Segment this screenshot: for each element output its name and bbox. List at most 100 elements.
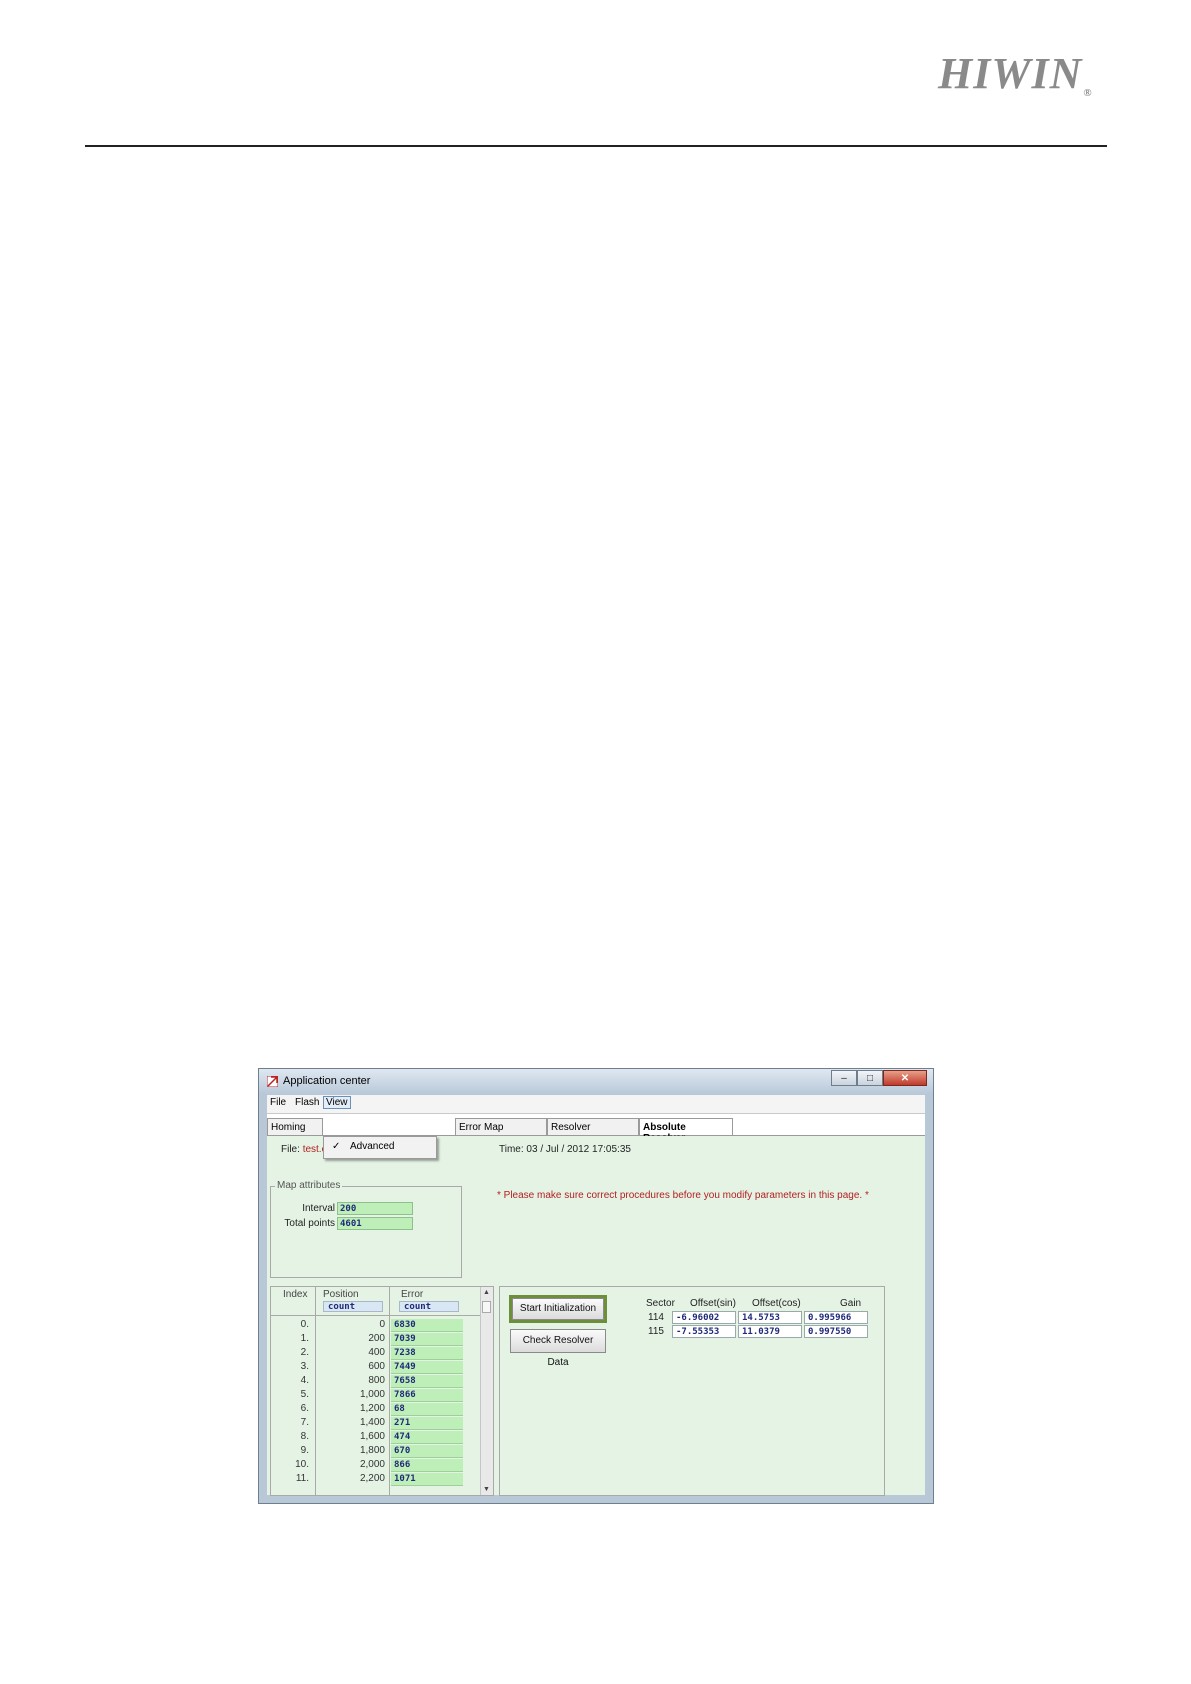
position-cell: 1,000: [359, 1389, 385, 1400]
index-cell: 3.: [300, 1361, 309, 1372]
minimize-icon[interactable]: –: [831, 1070, 857, 1086]
tab-homing[interactable]: Homing: [267, 1118, 323, 1135]
position-cell: 600: [368, 1361, 385, 1372]
position-cell: 400: [368, 1347, 385, 1358]
gain-field[interactable]: 0.997550: [804, 1325, 868, 1338]
window-title: Application center: [283, 1075, 371, 1087]
column-header-gain: Gain: [840, 1298, 862, 1309]
index-cell: 9.: [300, 1445, 309, 1456]
index-cell: 2.: [300, 1347, 309, 1358]
tab-resolver[interactable]: Resolver: [547, 1118, 639, 1135]
start-initialization-button[interactable]: Start Initialization: [509, 1295, 607, 1323]
sector-value: 114: [648, 1312, 664, 1323]
index-cell: 1.: [300, 1333, 309, 1344]
warning-message: * Please make sure correct procedures be…: [497, 1190, 869, 1201]
table-row[interactable]: 7. 1,400 271: [271, 1417, 481, 1430]
error-unit: count: [399, 1301, 459, 1312]
scroll-down-icon[interactable]: ▼: [483, 1486, 490, 1493]
table-row[interactable]: 0. 0 6830: [271, 1319, 481, 1332]
table-row[interactable]: 4. 800 7658: [271, 1375, 481, 1388]
error-cell[interactable]: 7039: [391, 1333, 463, 1346]
index-cell: 7.: [300, 1417, 309, 1428]
window-controls: – □ ✕: [831, 1070, 927, 1087]
maximize-icon[interactable]: □: [857, 1070, 883, 1086]
error-cell[interactable]: 866: [391, 1459, 463, 1472]
sector-value: 115: [648, 1326, 664, 1337]
table-row[interactable]: 6. 1,200 68: [271, 1403, 481, 1416]
index-cell: 8.: [300, 1431, 309, 1442]
index-cell: 10.: [295, 1459, 309, 1470]
position-cell: 1,600: [359, 1431, 385, 1442]
position-cell: 1,400: [359, 1417, 385, 1428]
interval-field[interactable]: 200: [337, 1202, 413, 1215]
scroll-thumb[interactable]: [482, 1301, 491, 1313]
interval-label: Interval: [302, 1203, 335, 1214]
tab-error-map[interactable]: Error Map: [455, 1118, 547, 1135]
position-cell: 1,800: [359, 1445, 385, 1456]
check-resolver-data-button[interactable]: Check Resolver Data: [510, 1329, 606, 1368]
error-map-table: Index Position Error count count 0. 0 6830…: [270, 1286, 494, 1496]
error-cell[interactable]: 7866: [391, 1389, 463, 1402]
header-separator: [271, 1315, 481, 1316]
table-row[interactable]: 3. 600 7449: [271, 1361, 481, 1374]
scroll-up-icon[interactable]: ▲: [483, 1289, 490, 1296]
position-cell: 2,000: [359, 1459, 385, 1470]
error-cell[interactable]: 670: [391, 1445, 463, 1458]
offset-sin-field[interactable]: -6.96002: [672, 1311, 736, 1324]
index-cell: 4.: [300, 1375, 309, 1386]
offset-cos-field[interactable]: 11.0379: [738, 1325, 802, 1338]
app-icon: [267, 1076, 278, 1087]
file-label: File:: [281, 1144, 300, 1155]
tab-absolute-resolver[interactable]: Absolute Resolver: [639, 1118, 733, 1144]
index-cell: 5.: [300, 1389, 309, 1400]
table-row[interactable]: 8. 1,600 474: [271, 1431, 481, 1444]
hiwin-logo: HIWIN®: [938, 48, 1093, 99]
column-header-offset-cos: Offset(cos): [752, 1298, 801, 1309]
menu-flash[interactable]: Flash: [295, 1097, 319, 1108]
table-scrollbar[interactable]: ▲ ▼: [480, 1287, 493, 1495]
index-cell: 11.: [295, 1473, 309, 1484]
table-row[interactable]: 1. 200 7039: [271, 1333, 481, 1346]
menu-item-advanced[interactable]: Advanced: [350, 1141, 394, 1152]
table-row[interactable]: 5. 1,000 7866: [271, 1389, 481, 1402]
total-points-field[interactable]: 4601: [337, 1217, 413, 1230]
index-cell: 0.: [300, 1319, 309, 1330]
offset-sin-field[interactable]: -7.55353: [672, 1325, 736, 1338]
time-value: 03 / Jul / 2012 17:05:35: [526, 1144, 631, 1155]
position-cell: 0: [379, 1319, 385, 1330]
error-cell[interactable]: 68: [391, 1403, 463, 1416]
column-header-position: Position: [323, 1289, 359, 1300]
table-row[interactable]: 9. 1,800 670: [271, 1445, 481, 1458]
error-cell[interactable]: 1071: [391, 1473, 463, 1486]
error-cell[interactable]: 7238: [391, 1347, 463, 1360]
title-bar: Application center – □ ✕: [259, 1069, 933, 1095]
table-row[interactable]: 10. 2,000 866: [271, 1459, 481, 1472]
error-cell[interactable]: 7658: [391, 1375, 463, 1388]
menu-view[interactable]: View: [323, 1096, 351, 1109]
time-info: Time: 03 / Jul / 2012 17:05:35: [499, 1144, 631, 1155]
position-cell: 1,200: [359, 1403, 385, 1414]
table-row[interactable]: 11. 2,200 1071: [271, 1473, 481, 1486]
offset-cos-field[interactable]: 14.5753: [738, 1311, 802, 1324]
menu-file[interactable]: File: [270, 1097, 286, 1108]
application-window: Application center – □ ✕ File Flash View…: [258, 1068, 934, 1504]
header-divider: [85, 145, 1107, 147]
error-cell[interactable]: 271: [391, 1417, 463, 1430]
tab-strip: Homing Error Map Resolver Absolute Resol…: [267, 1115, 925, 1144]
gain-field[interactable]: 0.995966: [804, 1311, 868, 1324]
error-cell[interactable]: 7449: [391, 1361, 463, 1374]
position-cell: 800: [368, 1375, 385, 1386]
close-icon[interactable]: ✕: [883, 1070, 927, 1086]
view-menu-dropdown: ✓ Advanced: [323, 1136, 437, 1159]
time-label: Time:: [499, 1144, 524, 1155]
column-header-index: Index: [283, 1289, 308, 1300]
window-client: File Flash View Homing Error Map Resolve…: [267, 1095, 925, 1496]
error-cell[interactable]: 474: [391, 1431, 463, 1444]
error-cell[interactable]: 6830: [391, 1319, 463, 1332]
position-unit: count: [323, 1301, 383, 1312]
position-cell: 200: [368, 1333, 385, 1344]
column-header-error: Error: [401, 1289, 424, 1300]
total-points-label: Total points: [284, 1218, 335, 1229]
menu-bar: File Flash View: [267, 1095, 925, 1114]
table-row[interactable]: 2. 400 7238: [271, 1347, 481, 1360]
